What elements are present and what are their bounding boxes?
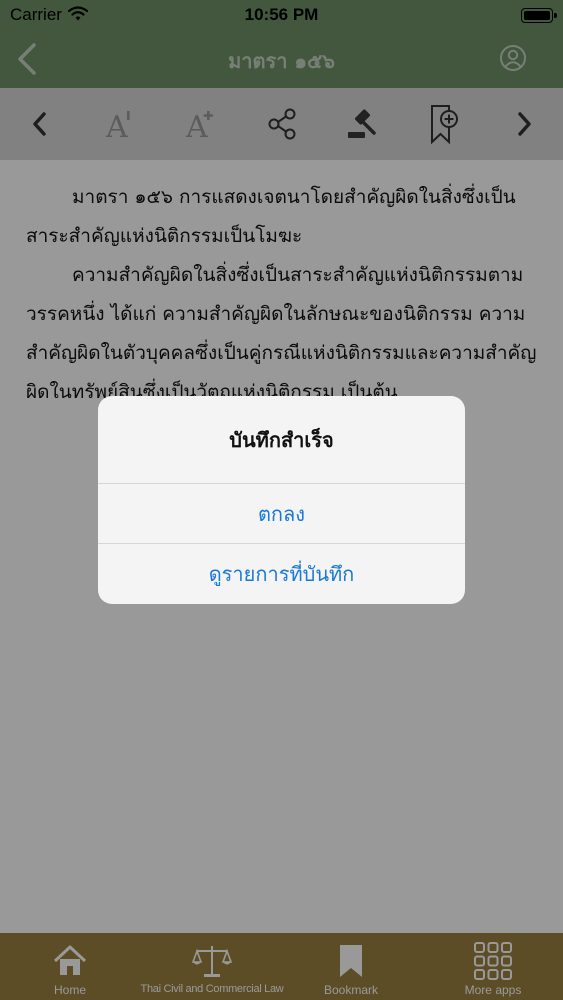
alert-title: บันทึกสำเร็จ bbox=[229, 427, 334, 452]
alert-ok-button[interactable]: ตกลง bbox=[98, 483, 465, 543]
save-success-alert: บันทึกสำเร็จ ตกลง ดูรายการที่บันทึก bbox=[98, 396, 465, 604]
view-saved-items-button[interactable]: ดูรายการที่บันทึก bbox=[98, 543, 465, 603]
